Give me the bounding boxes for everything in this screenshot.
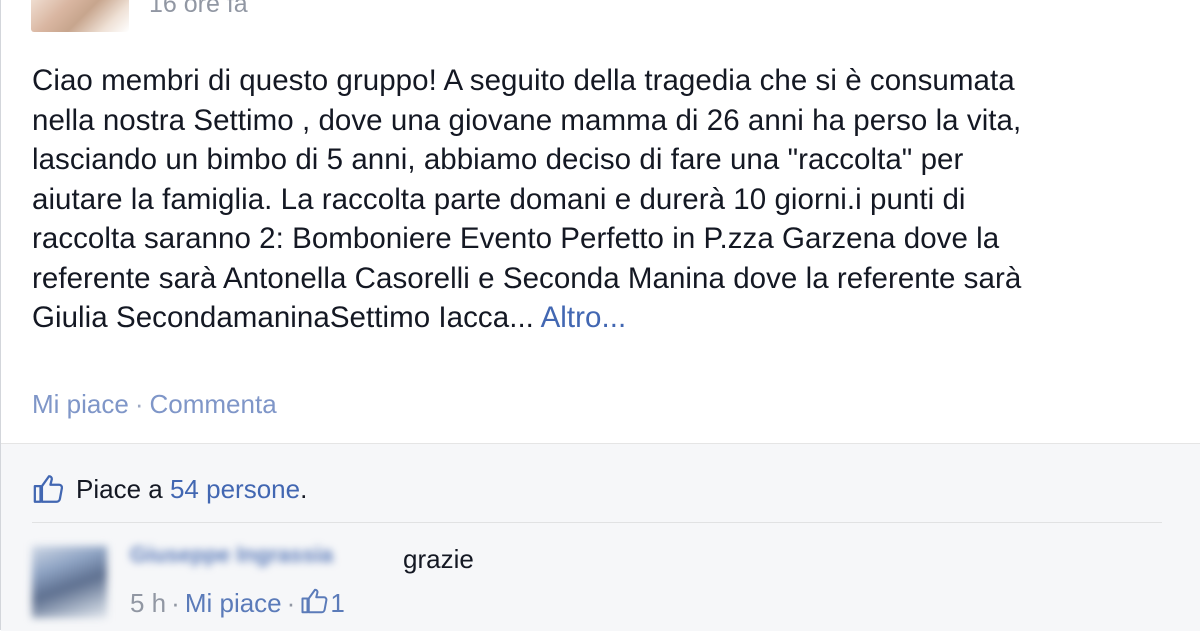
post-text-line: lasciando un bimbo di 5 anni, abbiamo de… [32, 143, 964, 176]
comment-link[interactable]: Commenta [150, 389, 277, 419]
comment-like-link[interactable]: Mi piace [185, 588, 282, 618]
commenter-name[interactable]: Giuseppe Ingrassia [130, 542, 333, 568]
post-text-line: aiutare la famiglia. La raccolta parte d… [32, 182, 966, 216]
post-text-line: raccolta saranno 2: Bomboniere Evento Pe… [32, 222, 1000, 255]
thumbs-up-icon [33, 475, 64, 503]
post-timestamp[interactable]: 16 ore fa [149, 0, 248, 17]
commenter-avatar[interactable] [32, 546, 107, 618]
post-text-line: referente sarà Antonella Casorelli e Sec… [32, 261, 1022, 295]
comment-meta: 5 h · Mi piace · 1 [130, 586, 345, 619]
post-text-line: nella nostra Settimo , dove una giovane … [32, 103, 1022, 137]
comment-timestamp[interactable]: 5 h [130, 588, 166, 618]
divider [32, 522, 1162, 523]
likes-text: Piace a 54 persone. [76, 472, 307, 506]
post-text: Ciao membri di questo gruppo! A seguito … [32, 61, 1182, 338]
likes-prefix: Piace a [76, 474, 163, 504]
meta-separator: · [171, 588, 180, 618]
comment-text: grazie [403, 544, 474, 574]
post-text-line: Ciao membri di questo gruppo! A seguito … [32, 64, 1015, 97]
thumbs-up-icon [301, 588, 328, 614]
author-avatar[interactable] [31, 0, 129, 32]
post-text-line-last: Giulia SecondamaninaSettimo Iacca... Alt… [32, 298, 1182, 338]
post-text-truncated: Giulia SecondamaninaSettimo Iacca... [32, 301, 534, 334]
feed-post: 16 ore fa Ciao membri di questo gruppo! … [0, 0, 1200, 631]
feedback-section: Piace a 54 persone. Giuseppe Ingrassia g… [1, 443, 1200, 631]
comment-item: Giuseppe Ingrassia grazie 5 h · Mi piace · … [32, 538, 1162, 628]
likes-count-link[interactable]: 54 persone [170, 474, 300, 504]
post-actions: Mi piace · Commenta [32, 389, 277, 420]
like-link[interactable]: Mi piace [32, 389, 129, 419]
actions-separator: · [134, 389, 144, 419]
comment-like-count[interactable]: 1 [330, 588, 344, 618]
see-more-link[interactable]: Altro... [541, 301, 627, 334]
likes-suffix: . [300, 474, 308, 504]
meta-separator: · [286, 588, 296, 618]
